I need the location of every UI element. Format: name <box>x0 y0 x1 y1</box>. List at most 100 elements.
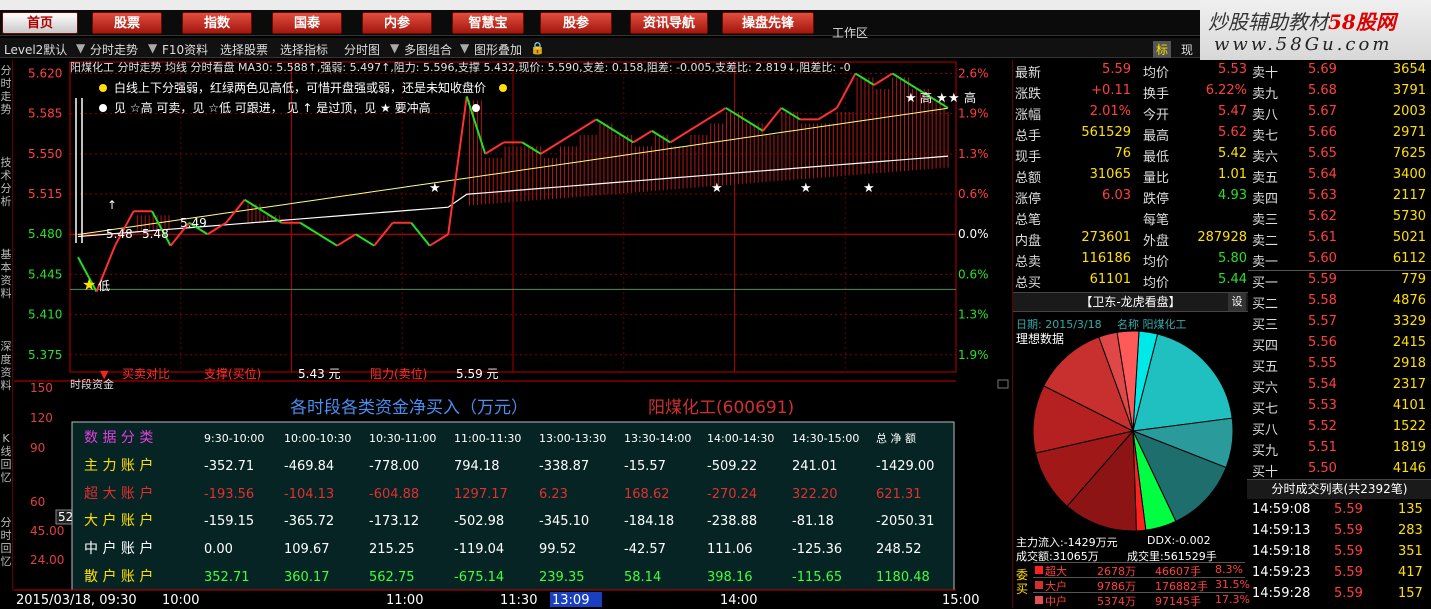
orderbook-row[interactable]: 买二 5.58 4876 <box>1248 293 1431 313</box>
time-tick: 14:00 <box>720 593 757 608</box>
pie-ddx: DDX:-0.002 <box>1147 534 1211 547</box>
orderbook-row[interactable]: 买九 5.51 1819 <box>1248 440 1431 460</box>
nav-neican[interactable]: 内参 <box>362 12 432 34</box>
trade-row: 14:59:08 5.59 135 <box>1248 502 1431 522</box>
orderbook-row[interactable]: 卖八 5.67 2003 <box>1248 104 1431 124</box>
quote-label: 内盘 <box>1015 234 1042 249</box>
y-tick: 5.585 <box>28 107 62 121</box>
flow-cell: -173.12 <box>369 514 419 529</box>
quote-value: 6.03 <box>1102 188 1131 203</box>
flow-y-tick: 90 <box>30 441 45 455</box>
orderbook-row[interactable]: 买四 5.56 2415 <box>1248 335 1431 355</box>
quote-value: 5.44 <box>1218 272 1247 287</box>
tb-overlay[interactable]: 图形叠加 <box>474 41 522 58</box>
tab-xian[interactable]: 现 <box>1178 41 1196 58</box>
orderbook-price: 5.60 <box>1308 251 1337 266</box>
orderbook-price: 5.55 <box>1308 356 1337 371</box>
nav-index[interactable]: 指数 <box>182 12 252 34</box>
side-tab-deep[interactable]: 深度资料 <box>0 340 12 392</box>
quote-label: 涨跌 <box>1015 87 1042 102</box>
orderbook-row[interactable]: 卖二 5.61 5021 <box>1248 230 1431 250</box>
orderbook-volume: 3654 <box>1392 62 1426 77</box>
orderbook-row[interactable]: 买六 5.54 2317 <box>1248 377 1431 397</box>
flow-cell: 1297.17 <box>454 487 508 502</box>
orderbook-level: 卖六 <box>1252 150 1279 165</box>
quote-label: 总额 <box>1015 171 1042 186</box>
orderbook-row[interactable]: 卖四 5.63 2117 <box>1248 188 1431 208</box>
quote-value: 561529 <box>1081 125 1131 140</box>
tb-select-stock[interactable]: 选择股票 <box>220 41 268 58</box>
tb-multi[interactable]: 多图组合 <box>404 41 452 58</box>
dropdown-icon[interactable]: ▼ <box>76 41 85 55</box>
tb-f10[interactable]: F10资料 <box>162 41 208 58</box>
orderbook-volume: 3329 <box>1392 314 1426 329</box>
side-tab-timeback[interactable]: 分时回忆 <box>0 516 12 568</box>
orderbook-level: 买四 <box>1252 339 1279 354</box>
flow-cell: 168.62 <box>624 487 670 502</box>
side-tab-kline[interactable]: K线回忆 <box>0 432 12 484</box>
nav-home[interactable]: 首页 <box>2 12 78 34</box>
brand-title-text: 炒股辅助教材 <box>1208 10 1328 34</box>
time-tick: 13:09 <box>552 593 589 608</box>
orderbook-row[interactable]: 买一 5.59 779 <box>1248 272 1431 292</box>
side-tab-basic[interactable]: 基本资料 <box>0 248 12 300</box>
timeshare-chart[interactable]: 5.620 5.585 5.550 5.515 5.480 5.445 5.410 5.375… <box>14 58 1012 608</box>
nav-news[interactable]: 资讯导航 <box>630 12 708 34</box>
tb-timechart[interactable]: 分时图 <box>344 41 380 58</box>
nav-gucan[interactable]: 股参 <box>540 12 612 34</box>
pie-legend-row: 中户 5374万 97145手 17.3% <box>1033 592 1250 608</box>
flow-cell: -469.84 <box>284 459 334 474</box>
orderbook-row[interactable]: 买三 5.57 3329 <box>1248 314 1431 334</box>
quote-label: 最低 <box>1143 150 1170 165</box>
nav-stocks[interactable]: 股票 <box>92 12 162 34</box>
orderbook-price: 5.66 <box>1308 125 1337 140</box>
orderbook-row[interactable]: 卖十 5.69 3654 <box>1248 62 1431 82</box>
orderbook-row[interactable]: 买八 5.52 1522 <box>1248 419 1431 439</box>
flow-col-header: 10:00-10:30 <box>284 432 351 445</box>
orderbook-level: 买三 <box>1252 318 1279 333</box>
orderbook-volume: 1819 <box>1392 440 1426 455</box>
dropdown-icon[interactable]: ▼ <box>148 41 157 55</box>
orderbook-row[interactable]: 卖一 5.60 6112 <box>1248 251 1431 271</box>
orderbook-row[interactable]: 买十 5.50 4146 <box>1248 461 1431 481</box>
orderbook-row[interactable]: 买七 5.53 4101 <box>1248 398 1431 418</box>
orderbook-volume: 1522 <box>1392 419 1426 434</box>
side-tab-tech[interactable]: 技术分析 <box>0 156 12 208</box>
flow-col-header: 14:00-14:30 <box>707 432 774 445</box>
orderbook-volume: 2918 <box>1392 356 1426 371</box>
tb-timeshare[interactable]: 分时走势 <box>90 41 138 58</box>
orderbook-row[interactable]: 卖三 5.62 5730 <box>1248 209 1431 229</box>
flow-cell: 6.23 <box>539 487 568 502</box>
orderbook-price: 5.59 <box>1308 272 1337 287</box>
price-label-3: 5.49 <box>180 216 207 230</box>
flow-cell: 215.25 <box>369 542 415 557</box>
up-arrow-icon: ↑ <box>107 198 117 212</box>
trade-cell: 14:59:18 <box>1252 544 1311 559</box>
nav-zhihuibao[interactable]: 智慧宝 <box>452 12 524 34</box>
orderbook-row[interactable]: 卖五 5.64 3400 <box>1248 167 1431 187</box>
orderbook-price: 5.50 <box>1308 461 1337 476</box>
dropdown-icon[interactable]: ▼ <box>390 41 399 55</box>
pie-legend-cell: 97145手 <box>1155 595 1201 608</box>
quote-value: 1.01 <box>1218 167 1247 182</box>
dropdown-icon[interactable]: ▼ <box>460 41 469 55</box>
tab-biao[interactable]: 标 <box>1153 41 1172 58</box>
orderbook-level: 卖七 <box>1252 129 1279 144</box>
orderbook-row[interactable]: 卖六 5.65 7625 <box>1248 146 1431 166</box>
settings-button[interactable]: 设 <box>1228 293 1246 311</box>
orderbook-row[interactable]: 买五 5.55 2918 <box>1248 356 1431 376</box>
flow-cell: -15.57 <box>624 459 666 474</box>
orderbook-row[interactable]: 卖九 5.68 3791 <box>1248 83 1431 103</box>
quote-value: 116186 <box>1081 251 1131 266</box>
nav-guotai[interactable]: 国泰 <box>272 12 342 34</box>
flow-cell: -184.18 <box>624 514 674 529</box>
tb-level2[interactable]: Level2默认 <box>4 41 67 58</box>
orderbook-row[interactable]: 卖七 5.66 2971 <box>1248 125 1431 145</box>
trade-cell: 5.59 <box>1334 523 1363 538</box>
lock-icon[interactable]: 🔒 <box>530 41 545 55</box>
quote-label: 涨停 <box>1015 192 1042 207</box>
tb-select-indicator[interactable]: 选择指标 <box>280 41 328 58</box>
side-tab-timeshare[interactable]: 分时走势 <box>0 64 12 116</box>
flow-cell: 109.67 <box>284 542 330 557</box>
nav-trader[interactable]: 操盘先锋 <box>722 12 814 34</box>
